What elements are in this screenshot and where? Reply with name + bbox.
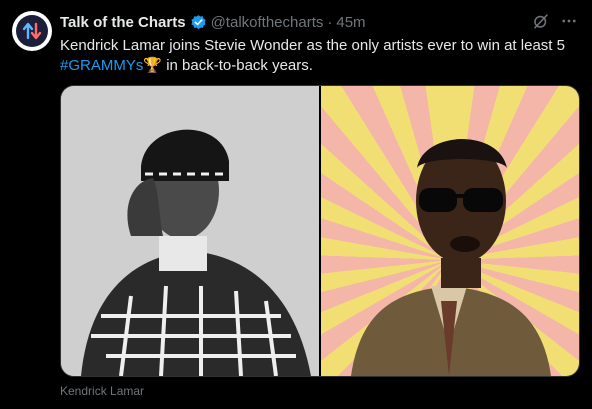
photo-kendrick-lamar[interactable] (61, 86, 319, 376)
media-grid[interactable] (60, 85, 580, 377)
author-handle[interactable]: @talkofthecharts (211, 14, 324, 31)
avatar[interactable] (12, 11, 52, 51)
portrait-color (351, 139, 551, 376)
timestamp[interactable]: 45m (336, 14, 365, 31)
grok-icon[interactable] (532, 12, 550, 35)
media-caption: Kendrick Lamar (60, 384, 145, 398)
author-name[interactable]: Talk of the Charts (60, 14, 186, 31)
avatar-logo (16, 15, 48, 47)
up-down-arrows-icon (22, 22, 42, 40)
tweet-text-end: in back-to-back years. (166, 57, 313, 74)
photo-stevie-wonder[interactable] (321, 86, 579, 376)
tweet-text: Kendrick Lamar joins Stevie Wonder as th… (60, 36, 580, 76)
tweet-text-start: Kendrick Lamar joins Stevie Wonder as th… (60, 37, 565, 54)
tweet-header: Talk of the Charts @talkofthecharts · 45… (60, 12, 580, 32)
verified-badge-icon (190, 14, 207, 31)
portrait-bw (61, 86, 319, 376)
more-icon[interactable] (560, 12, 578, 35)
tweet-actions (532, 12, 578, 35)
separator-dot: · (327, 13, 333, 31)
trophy-emoji: 🏆 (143, 57, 163, 74)
hashtag-link[interactable]: #GRAMMYs (60, 57, 143, 74)
